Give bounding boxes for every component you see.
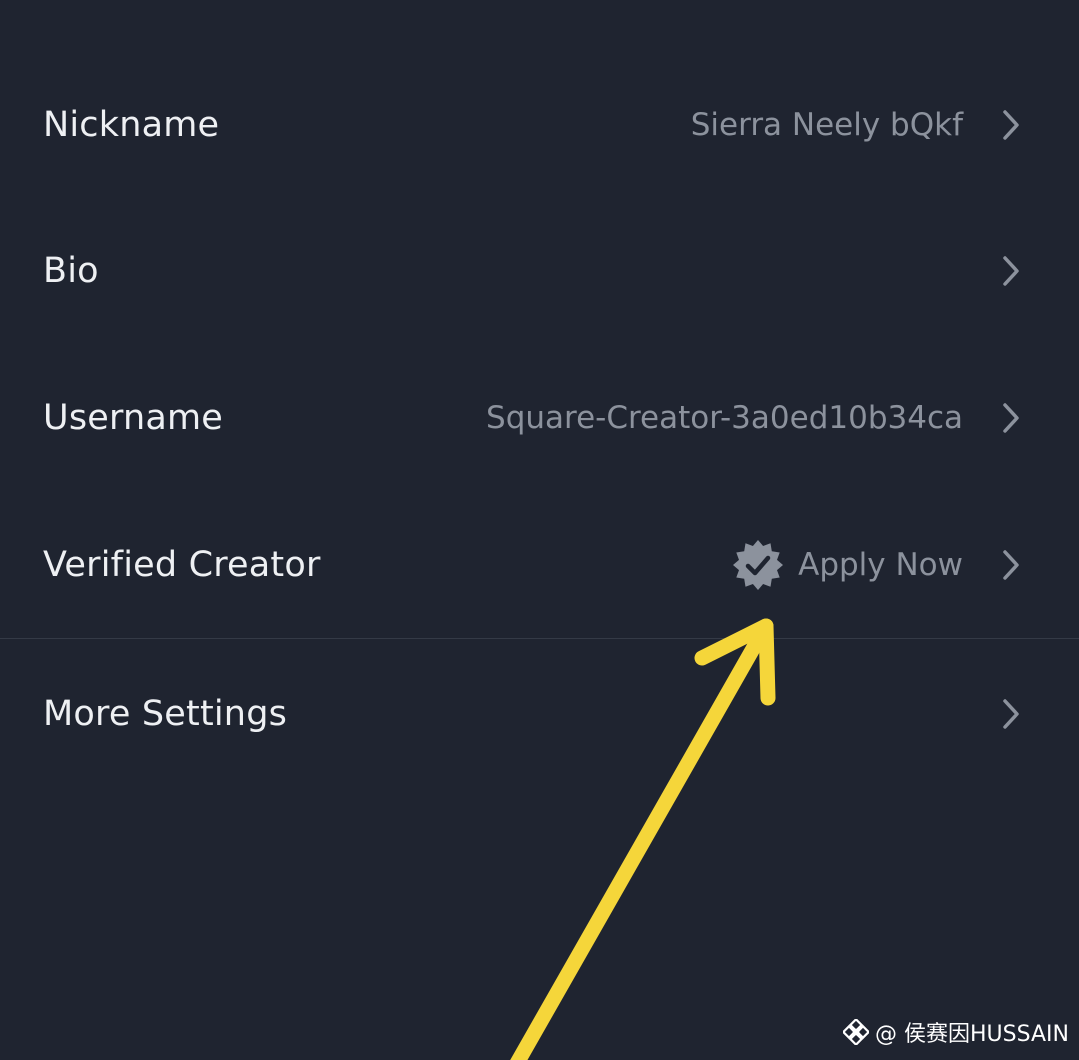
nickname-label: Nickname [43,105,220,145]
username-row[interactable]: Username Square-Creator-3a0ed10b34ca [0,345,1079,491]
username-value: Square-Creator-3a0ed10b34ca [486,400,963,436]
apply-now-text: Apply Now [798,547,963,583]
bio-label: Bio [43,251,99,291]
bio-row[interactable]: Bio [0,198,1079,344]
section-divider [0,638,1079,639]
chevron-right-icon [1003,110,1019,140]
chevron-right-icon [1003,403,1019,433]
verified-creator-row[interactable]: Verified Creator Apply Now [0,492,1079,638]
chevron-right-icon [1003,699,1019,729]
chevron-right-icon [1003,256,1019,286]
chevron-right-icon [1003,550,1019,580]
nickname-value: Sierra Neely bQkf [690,107,963,143]
more-settings-row[interactable]: More Settings [0,641,1079,787]
username-label: Username [43,398,224,438]
apply-now-link[interactable]: Apply Now [732,539,963,591]
verified-badge-icon [733,540,784,590]
binance-logo-icon [843,1019,870,1045]
nickname-row[interactable]: Nickname Sierra Neely bQkf [0,52,1079,198]
watermark: @ 侯赛因HUSSAIN [843,1016,1069,1048]
more-settings-label: More Settings [43,694,288,734]
verified-creator-label: Verified Creator [43,545,321,585]
watermark-text: @ 侯赛因HUSSAIN [875,1022,1069,1047]
